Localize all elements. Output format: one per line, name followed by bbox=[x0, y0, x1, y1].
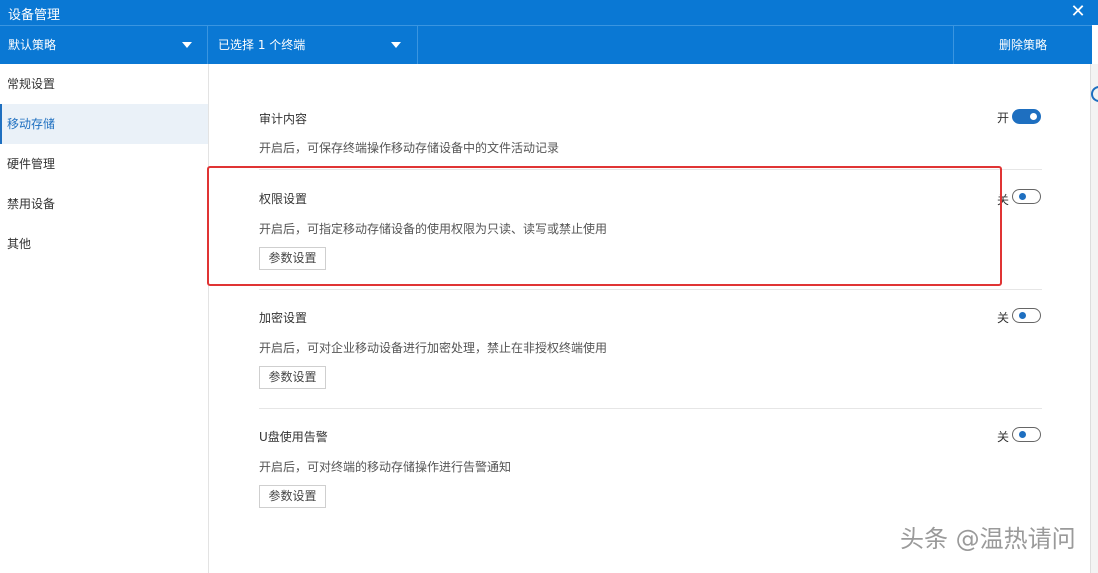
switch-state-label: 开 bbox=[997, 111, 1010, 125]
terminal-dropdown[interactable]: 已选择 1 个终端 bbox=[209, 26, 418, 64]
section-title: U盘使用告警 bbox=[259, 430, 328, 444]
section-title: 审计内容 bbox=[259, 112, 308, 126]
section-description: 开启后，可对终端的移动存储操作进行告警通知 bbox=[259, 460, 512, 474]
section-divider bbox=[259, 169, 1042, 170]
encryption-params-button[interactable]: 参数设置 bbox=[259, 366, 326, 389]
switch-state-label: 关 bbox=[997, 311, 1010, 325]
section-description: 开启后，可保存终端操作移动存储设备中的文件活动记录 bbox=[259, 141, 560, 155]
usb-alert-section: U盘使用告警 关 开启后，可对终端的移动存储操作进行告警通知 参数设置 bbox=[259, 426, 1042, 516]
audit-section: 审计内容 开 开启后，可保存终端操作移动存储设备中的文件活动记录 bbox=[259, 108, 1042, 170]
sidebar-item-disabled-devices[interactable]: 禁用设备 bbox=[0, 184, 208, 224]
sidebar-item-general[interactable]: 常规设置 bbox=[0, 64, 208, 104]
section-title: 加密设置 bbox=[259, 311, 308, 325]
toggle-knob bbox=[1030, 113, 1037, 120]
chevron-down-icon bbox=[391, 42, 401, 48]
sidebar-item-other[interactable]: 其他 bbox=[0, 224, 208, 264]
audit-toggle[interactable] bbox=[1012, 109, 1041, 124]
window-title: 设备管理 bbox=[8, 8, 61, 23]
sidebar-item-hardware[interactable]: 硬件管理 bbox=[0, 144, 208, 184]
usb-alert-params-button[interactable]: 参数设置 bbox=[259, 485, 326, 508]
switch-state-label: 关 bbox=[997, 430, 1010, 444]
section-title: 权限设置 bbox=[259, 192, 308, 206]
toggle-knob bbox=[1019, 431, 1026, 438]
usb-alert-toggle[interactable] bbox=[1012, 427, 1041, 442]
section-divider bbox=[259, 408, 1042, 409]
permission-section: 权限设置 关 开启后，可指定移动存储设备的使用权限为只读、读写或禁止使用 参数设… bbox=[259, 188, 1042, 290]
chevron-down-icon bbox=[182, 42, 192, 48]
section-divider bbox=[259, 289, 1042, 290]
policy-toolbar: 默认策略 已选择 1 个终端 删除策略 bbox=[0, 25, 1092, 64]
permission-toggle[interactable] bbox=[1012, 189, 1041, 204]
policy-dropdown-value: 默认策略 bbox=[8, 38, 57, 52]
watermark: 头条 @温热请问 bbox=[900, 525, 1076, 553]
sidebar-item-mobile-storage[interactable]: 移动存储 bbox=[0, 104, 208, 144]
encryption-toggle[interactable] bbox=[1012, 308, 1041, 323]
switch-state-label: 关 bbox=[997, 193, 1010, 207]
section-description: 开启后，可指定移动存储设备的使用权限为只读、读写或禁止使用 bbox=[259, 222, 608, 236]
toggle-knob bbox=[1019, 193, 1026, 200]
permission-params-button[interactable]: 参数设置 bbox=[259, 247, 326, 270]
settings-sidebar: 常规设置 移动存储 硬件管理 禁用设备 其他 bbox=[0, 64, 209, 573]
refresh-icon bbox=[1091, 86, 1098, 102]
terminal-dropdown-value: 已选择 1 个终端 bbox=[218, 38, 306, 52]
encryption-section: 加密设置 关 开启后，可对企业移动设备进行加密处理，禁止在非授权终端使用 参数设… bbox=[259, 307, 1042, 409]
section-description: 开启后，可对企业移动设备进行加密处理，禁止在非授权终端使用 bbox=[259, 341, 608, 355]
delete-policy-button[interactable]: 删除策略 bbox=[953, 26, 1092, 64]
toggle-knob bbox=[1019, 312, 1026, 319]
window-titlebar: 设备管理 ✕ bbox=[0, 0, 1098, 25]
close-icon[interactable]: ✕ bbox=[1068, 1, 1088, 23]
settings-content: 审计内容 开 开启后，可保存终端操作移动存储设备中的文件活动记录 权限设置 关 … bbox=[209, 64, 1090, 573]
policy-dropdown[interactable]: 默认策略 bbox=[0, 26, 208, 64]
right-edge-panel bbox=[1090, 64, 1098, 573]
